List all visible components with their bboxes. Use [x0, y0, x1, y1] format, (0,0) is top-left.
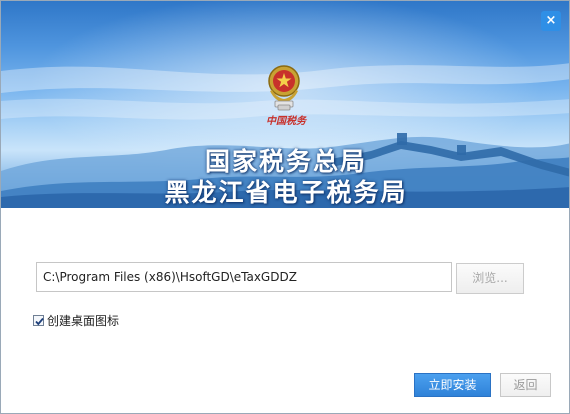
install-now-button[interactable]: 立即安装: [414, 373, 491, 397]
desktop-shortcut-checkbox[interactable]: [33, 314, 44, 326]
calligraphy-logo: 中国税务: [266, 115, 308, 127]
browse-button[interactable]: 浏览...: [456, 263, 524, 294]
header-banner: × 中国税务 国家税务总局 黑龙江省电子税务局: [1, 1, 569, 208]
tax-emblem-icon: [268, 65, 300, 111]
desktop-shortcut-label: 创建桌面图标: [47, 313, 120, 328]
close-button[interactable]: ×: [541, 11, 561, 31]
close-icon: ×: [545, 13, 557, 28]
bureau-title: 黑龙江省电子税务局: [164, 178, 408, 207]
checkmark-icon: [35, 317, 44, 325]
installer-window: × 中国税务 国家税务总局 黑龙江省电子税务局 浏览... 创建桌面图标 立即安…: [0, 0, 570, 414]
back-button[interactable]: 返回: [500, 373, 551, 397]
desktop-shortcut-option[interactable]: 创建桌面图标: [33, 313, 120, 328]
install-path-input[interactable]: [36, 262, 452, 292]
calligraphy-text: 中国税务: [266, 115, 308, 127]
